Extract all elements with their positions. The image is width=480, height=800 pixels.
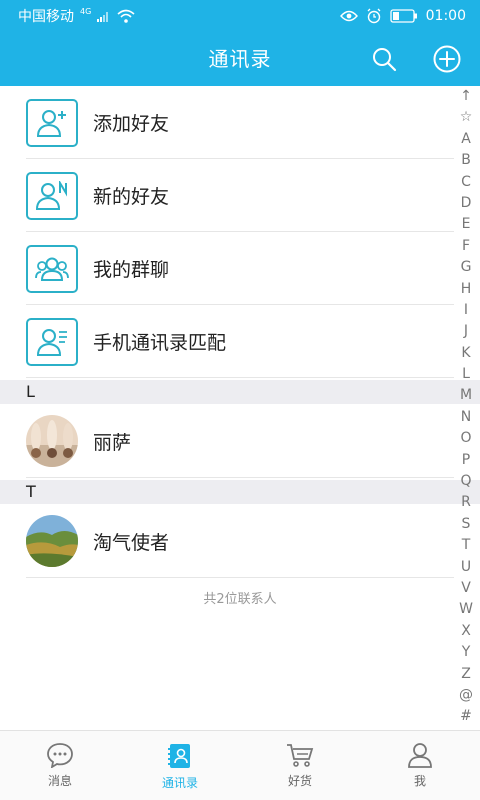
index-letter[interactable]: U [461,557,471,578]
new-friend-label: 新的好友 [93,186,170,208]
status-right: 01:00 [339,8,466,24]
index-letter[interactable]: G [461,257,472,278]
avatar [26,415,78,467]
index-letter[interactable]: J [464,321,468,342]
index-letter[interactable]: S [462,514,471,535]
index-letter[interactable]: Y [462,642,471,663]
new-friend-item[interactable]: 新的好友 [0,159,480,232]
index-letter[interactable]: F [462,236,470,257]
index-letter[interactable]: K [461,343,470,364]
message-icon [47,743,73,768]
contact-name: 淘气使者 [93,531,170,554]
bottom-tab-bar: 消息 通讯录 好货 我 [0,730,480,800]
group-chat-label: 我的群聊 [93,259,170,281]
index-letter[interactable]: R [461,492,471,513]
tab-label: 消息 [47,774,72,788]
plus-circle-icon [433,45,461,73]
battery-icon [389,9,417,23]
index-letter[interactable]: ☆ [460,107,473,128]
tab-label: 通讯录 [161,776,198,790]
phone-contacts-label: 手机通讯录匹配 [93,332,227,354]
index-letter[interactable]: W [459,599,473,620]
phone-contacts-icon [26,317,78,366]
contact-name: 丽萨 [93,431,132,454]
phone-contacts-item[interactable]: 手机通讯录匹配 [0,305,480,378]
signal-icon [97,12,109,22]
network-type: 4G [80,6,92,16]
section-header-l: L [0,380,480,404]
group-chat-icon [26,244,78,293]
tab-messages[interactable]: 消息 [0,731,120,800]
index-letter[interactable]: O [460,428,471,449]
add-friend-label: 添加好友 [93,113,170,135]
contacts-icon [168,744,190,768]
index-letter[interactable]: M [460,385,472,406]
index-letter[interactable]: X [461,621,471,642]
index-letter[interactable]: Z [461,664,471,685]
contact-count: 共2位联系人 [203,592,277,607]
tab-label: 好货 [287,774,312,788]
add-button[interactable] [431,43,463,75]
index-letter[interactable]: H [461,279,472,300]
tab-label: 我 [413,774,426,788]
status-time: 01:00 [425,8,466,24]
person-icon [408,743,432,768]
index-letter[interactable]: I [464,300,468,321]
index-letter[interactable]: @ [459,685,473,706]
alphabet-index[interactable]: ↑ ☆ A B C D E F G H I J K L M N O P Q R … [456,86,476,728]
index-letter[interactable]: D [461,193,472,214]
contact-item-lisa[interactable]: 丽萨 [0,404,480,478]
wifi-icon [117,9,135,23]
index-letter[interactable]: P [462,450,470,471]
index-letter[interactable]: E [462,214,471,235]
status-bar: 中国移动 4G 01:00 [0,0,480,32]
index-letter[interactable]: ↑ [460,86,472,107]
section-header-t: T [0,480,480,504]
cart-icon [287,744,314,767]
status-left: 中国移动 4G [18,6,135,26]
contacts-list: 添加好友 新的好友 我的群聊 手机通讯录匹配 L 丽萨 T 淘气使者 共2位联系… [0,86,480,730]
index-letter[interactable]: A [461,129,471,150]
search-button[interactable] [368,43,400,75]
add-friend-icon [26,98,78,147]
index-letter[interactable]: V [461,578,471,599]
page-title: 通讯录 [208,47,272,71]
new-friend-icon [26,171,78,220]
index-letter[interactable]: L [462,364,470,385]
index-letter[interactable]: N [461,407,471,428]
contact-item-taoqi[interactable]: 淘气使者 [0,504,480,578]
tab-goods[interactable]: 好货 [240,731,360,800]
group-chat-item[interactable]: 我的群聊 [0,232,480,305]
carrier-name: 中国移动 [18,9,74,25]
index-letter[interactable]: T [462,535,471,556]
nav-bar: 通讯录 [0,32,480,86]
add-friend-item[interactable]: 添加好友 [0,86,480,159]
avatar [26,515,78,567]
index-letter[interactable]: C [461,172,471,193]
tab-me[interactable]: 我 [360,731,480,800]
index-letter[interactable]: # [460,706,472,727]
index-letter[interactable]: Q [460,471,471,492]
tab-contacts[interactable]: 通讯录 [120,731,240,800]
index-letter[interactable]: B [461,150,471,171]
alarm-icon [367,8,381,24]
eye-icon [339,10,358,22]
search-icon [373,48,397,72]
